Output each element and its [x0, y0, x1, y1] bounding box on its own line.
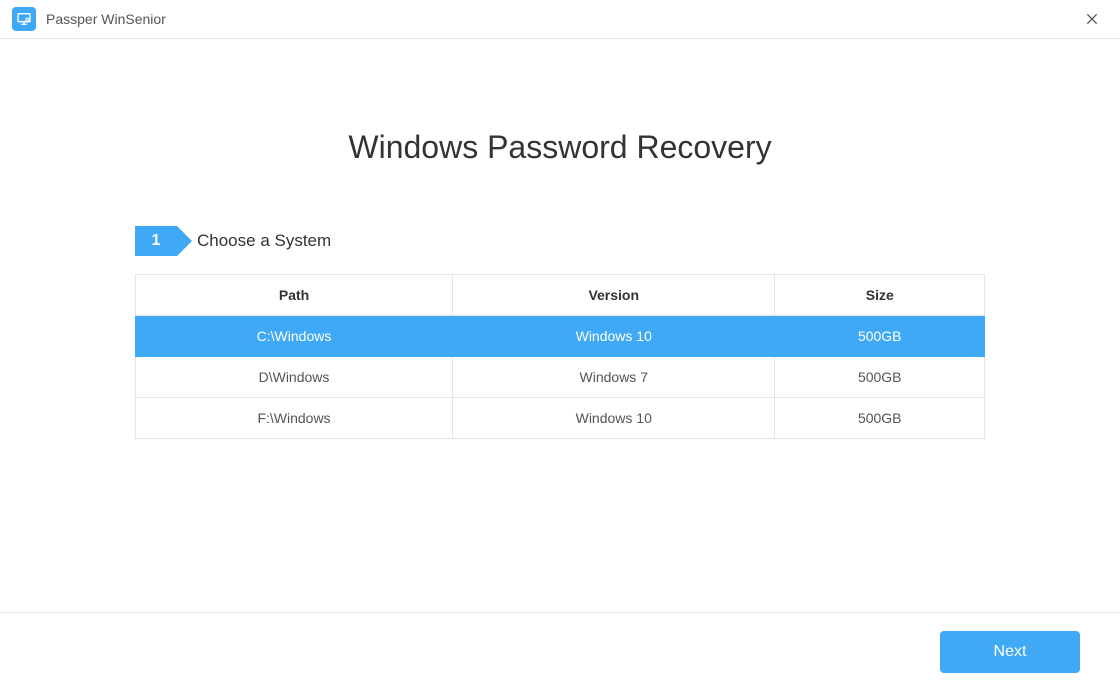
cell-version: Windows 10 [453, 398, 775, 439]
table-row[interactable]: F:\WindowsWindows 10500GB [136, 398, 985, 439]
footer: Next [0, 612, 1120, 690]
table-header-row: Path Version Size [136, 275, 985, 316]
cell-size: 500GB [775, 357, 985, 398]
titlebar: Passper WinSenior [0, 0, 1120, 39]
page-title: Windows Password Recovery [0, 129, 1120, 166]
table-row[interactable]: D\WindowsWindows 7500GB [136, 357, 985, 398]
cell-size: 500GB [775, 398, 985, 439]
cell-size: 500GB [775, 316, 985, 357]
col-header-version: Version [453, 275, 775, 316]
cell-path: D\Windows [136, 357, 453, 398]
content-wrap: 1 Choose a System Path Version Size C:\W… [135, 226, 985, 439]
col-header-size: Size [775, 275, 985, 316]
main-content: Windows Password Recovery 1 Choose a Sys… [0, 39, 1120, 439]
close-button[interactable] [1082, 9, 1102, 29]
cell-version: Windows 10 [453, 316, 775, 357]
step-label: Choose a System [197, 231, 331, 251]
cell-version: Windows 7 [453, 357, 775, 398]
close-icon [1084, 11, 1100, 27]
step-number-badge: 1 [135, 226, 177, 256]
app-title: Passper WinSenior [46, 11, 166, 27]
system-table: Path Version Size C:\WindowsWindows 1050… [135, 274, 985, 439]
next-button[interactable]: Next [940, 631, 1080, 673]
col-header-path: Path [136, 275, 453, 316]
cell-path: C:\Windows [136, 316, 453, 357]
cell-path: F:\Windows [136, 398, 453, 439]
table-row[interactable]: C:\WindowsWindows 10500GB [136, 316, 985, 357]
step-header: 1 Choose a System [135, 226, 985, 256]
app-icon [12, 7, 36, 31]
